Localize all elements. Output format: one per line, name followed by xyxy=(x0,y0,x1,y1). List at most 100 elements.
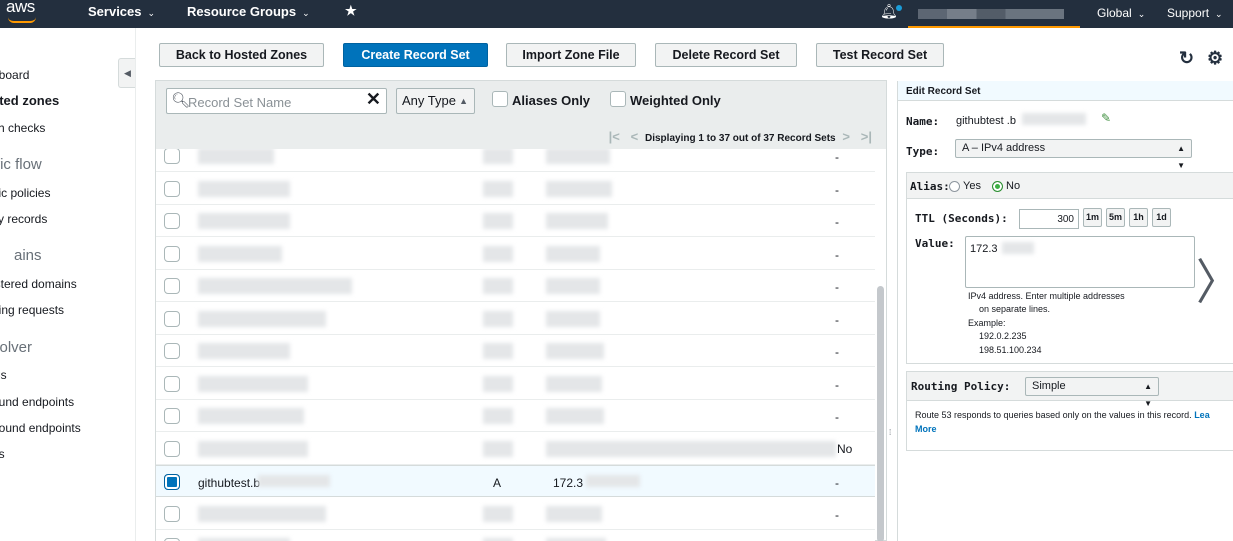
value-textarea[interactable]: 172.3 xyxy=(965,236,1195,288)
row-checkbox[interactable] xyxy=(164,505,180,522)
resource-groups-label: Resource Groups xyxy=(187,4,297,19)
name-value[interactable]: githubtest .b xyxy=(956,115,1016,127)
aws-logo[interactable]: aws xyxy=(6,0,35,17)
learn-more-link-2[interactable]: More xyxy=(915,424,937,434)
search-input[interactable]: 🔍︎ Record Set Name ✕ xyxy=(166,88,387,114)
prev-page-icon[interactable]: < xyxy=(631,129,639,144)
sidebar-item-health-checks[interactable]: lth checks xyxy=(0,121,45,135)
sidebar-item-pending-requests[interactable]: ding requests xyxy=(0,303,64,317)
row-checkbox[interactable] xyxy=(164,408,180,424)
empty-value: - xyxy=(835,312,839,327)
ttl-input[interactable]: 300 xyxy=(1019,209,1079,229)
sidebar-item-vpcs[interactable]: Cs xyxy=(0,368,7,382)
redacted-type xyxy=(483,149,513,164)
table-row[interactable]: - xyxy=(156,530,875,541)
left-sidebar: hboard sted zones lth checks ffic flow f… xyxy=(0,28,136,541)
redacted-type xyxy=(483,213,513,229)
alias-yes-label: Yes xyxy=(963,180,981,192)
table-row[interactable]: - xyxy=(156,400,875,432)
import-zone-file-button[interactable]: Import Zone File xyxy=(506,43,636,67)
resource-groups-menu[interactable]: Resource Groups ⌄ xyxy=(187,4,310,19)
table-row[interactable]: - xyxy=(156,172,875,205)
redacted-name xyxy=(198,408,304,424)
panel-splitter[interactable]: ⁞ xyxy=(889,428,891,437)
chevron-right-icon[interactable]: 〉 xyxy=(1196,243,1233,313)
ttl-1d-button[interactable]: 1d xyxy=(1152,208,1171,227)
pagination: |< < Displaying 1 to 37 out of 37 Record… xyxy=(605,129,876,144)
aws-logo-smile xyxy=(8,17,36,23)
help-line-2: on separate lines. xyxy=(979,304,1051,314)
gear-icon[interactable]: ⚙ xyxy=(1207,48,1223,69)
sidebar-item-hosted-zones[interactable]: sted zones xyxy=(0,93,59,108)
ttl-1h-button[interactable]: 1h xyxy=(1129,208,1148,227)
last-page-icon[interactable]: >| xyxy=(861,129,872,144)
redacted-type xyxy=(483,505,513,522)
refresh-icon[interactable]: ↻ xyxy=(1179,48,1194,69)
panel-title: Edit Record Set xyxy=(898,81,1233,101)
delete-record-set-button[interactable]: Delete Record Set xyxy=(655,43,797,67)
table-row[interactable]: - xyxy=(156,497,875,530)
record-type-select[interactable]: Any Type ▲ xyxy=(396,88,475,114)
empty-value: - xyxy=(835,150,839,164)
sidebar-heading-traffic-flow: ffic flow xyxy=(0,156,42,173)
alias-no-radio[interactable] xyxy=(992,181,1003,192)
sidebar-item-traffic-policies[interactable]: ffic policies xyxy=(0,186,50,200)
redacted-name xyxy=(198,180,290,197)
pin-icon[interactable]: ★ xyxy=(345,3,357,19)
empty-value: - xyxy=(835,377,839,392)
sidebar-item-registered-domains[interactable]: istered domains xyxy=(0,277,77,291)
table-row[interactable]: - xyxy=(156,270,875,302)
clear-search-icon[interactable]: ✕ xyxy=(366,89,381,110)
row-checkbox[interactable] xyxy=(164,310,180,327)
row-checkbox[interactable] xyxy=(164,474,180,490)
empty-value: - xyxy=(835,410,839,424)
aliases-only-checkbox[interactable] xyxy=(492,91,508,107)
row-checkbox[interactable] xyxy=(164,245,180,262)
collapse-sidebar-button[interactable]: ◀ xyxy=(118,58,135,88)
region-menu[interactable]: Global ⌄ xyxy=(1097,6,1145,20)
table-row-selected[interactable]: githubtest.b A 172.3 - xyxy=(156,465,875,497)
row-checkbox[interactable] xyxy=(164,375,180,392)
account-menu[interactable] xyxy=(918,9,1064,19)
select-arrows-icon: ▲ ▼ xyxy=(1177,144,1185,170)
first-page-icon[interactable]: |< xyxy=(609,129,620,144)
create-record-set-button[interactable]: Create Record Set xyxy=(343,43,488,67)
sidebar-item-outbound-endpoints[interactable]: bound endpoints xyxy=(0,421,81,435)
row-checkbox[interactable] xyxy=(164,278,180,294)
table-scrollbar[interactable] xyxy=(877,286,884,541)
row-checkbox[interactable] xyxy=(164,343,180,359)
type-select[interactable]: A – IPv4 address ▲ ▼ xyxy=(955,139,1192,170)
sidebar-item-dashboard[interactable]: hboard xyxy=(0,68,29,82)
ttl-1m-button[interactable]: 1m xyxy=(1083,208,1102,227)
table-row[interactable]: - xyxy=(156,302,875,335)
redacted-value xyxy=(546,408,604,424)
alias-yes-radio[interactable] xyxy=(949,181,960,192)
routing-policy-label: Routing Policy: xyxy=(911,380,1011,393)
learn-more-link[interactable]: Lea xyxy=(1194,410,1210,420)
sidebar-item-inbound-endpoints[interactable]: ound endpoints xyxy=(0,395,74,409)
sidebar-item-policy-records[interactable]: cy records xyxy=(0,212,47,226)
table-row[interactable]: - xyxy=(156,335,875,367)
sidebar-item-rules[interactable]: es xyxy=(0,447,5,461)
edit-record-set-panel: Edit Record Set Name: githubtest .b ✎ Ty… xyxy=(897,81,1233,541)
row-checkbox[interactable] xyxy=(164,213,180,229)
table-row[interactable]: - xyxy=(156,367,875,400)
row-checkbox[interactable] xyxy=(164,180,180,197)
row-checkbox[interactable] xyxy=(164,149,180,164)
table-row[interactable]: No xyxy=(156,432,875,465)
pencil-icon[interactable]: ✎ xyxy=(1101,111,1111,125)
redacted-value xyxy=(546,245,600,262)
next-page-icon[interactable]: > xyxy=(842,129,850,144)
support-menu[interactable]: Support ⌄ xyxy=(1167,6,1223,20)
row-checkbox[interactable] xyxy=(164,440,180,457)
test-record-set-button[interactable]: Test Record Set xyxy=(816,43,944,67)
services-menu[interactable]: Services ⌄ xyxy=(88,4,155,19)
back-to-hosted-zones-button[interactable]: Back to Hosted Zones xyxy=(159,43,324,67)
weighted-only-checkbox[interactable] xyxy=(610,91,626,107)
routing-policy-select[interactable]: Simple ▲ ▼ xyxy=(1025,377,1159,408)
bell-icon[interactable]: 🔔︎ xyxy=(880,3,898,20)
table-row[interactable]: - xyxy=(156,149,875,172)
table-row[interactable]: - xyxy=(156,237,875,270)
ttl-5m-button[interactable]: 5m xyxy=(1106,208,1125,227)
table-row[interactable]: - xyxy=(156,205,875,237)
